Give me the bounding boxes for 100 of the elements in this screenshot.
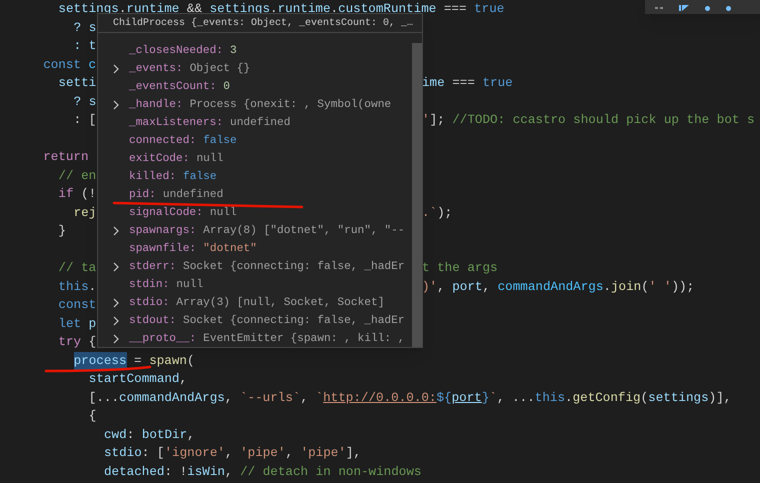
property-value: undefined: [162, 188, 224, 203]
code-token: `: [316, 390, 324, 406]
code-token: isWin: [187, 464, 225, 480]
code-token: ,: [224, 464, 234, 480]
code-token: =: [133, 352, 143, 370]
property-name: spawnfile:: [129, 242, 196, 257]
code-token: ,: [285, 445, 294, 462]
code-token: {: [88, 334, 96, 351]
chevron-icon[interactable]: [113, 226, 119, 236]
code-token: setti: [58, 75, 96, 92]
code-token: ,: [482, 278, 492, 296]
code-token: stdio: [104, 445, 142, 462]
dot-icon[interactable]: [726, 6, 731, 11]
code-token: ? s: [74, 94, 96, 110]
property-value: 0: [223, 80, 230, 95]
chevron-icon[interactable]: [113, 316, 119, 326]
code-token: ===: [451, 75, 476, 92]
code-token: ime: [422, 75, 445, 92]
code-token: (: [186, 352, 195, 370]
code-token: rej: [74, 204, 96, 222]
code-token: let: [58, 316, 82, 332]
code-token: )': [422, 278, 438, 296]
property-value: EventEmitter {spawn: , kill: ,: [203, 332, 405, 347]
code-comment: //TODO: ccastro should pick up the bot s: [452, 112, 755, 129]
chevron-icon[interactable]: [113, 298, 119, 308]
code-token: )],: [708, 390, 732, 406]
property-value: null: [210, 206, 237, 221]
code-token: ,: [224, 445, 234, 462]
code-token: ,: [437, 278, 446, 296]
code-token: ': [422, 112, 430, 129]
code-token: ],: [346, 445, 362, 462]
code-token: true: [482, 75, 513, 92]
property-value: 3: [230, 44, 237, 59]
code-token: : t: [74, 38, 96, 55]
code-token: );: [437, 204, 452, 222]
code-token: .: [88, 278, 96, 296]
code-token: : [: [74, 112, 96, 129]
code-token: {: [88, 408, 96, 425]
code-token: `--urls`: [240, 390, 300, 406]
play-icon[interactable]: [679, 5, 689, 11]
grip-icon[interactable]: [655, 7, 663, 11]
chevron-icon[interactable]: [113, 64, 119, 74]
code-token: getConfig: [572, 390, 641, 406]
property-value: Object {}: [190, 62, 250, 77]
code-comment: // detach in non-windows: [240, 464, 422, 480]
code-token: (: [640, 390, 648, 406]
code-token: 'pipe': [240, 445, 286, 462]
code-token: join: [610, 278, 642, 296]
property-name: stderr:: [129, 260, 176, 275]
property-value: false: [183, 170, 217, 185]
code-token: ,: [300, 390, 309, 406]
code-token: : !: [164, 464, 188, 480]
code-token: c: [88, 56, 96, 74]
scrollbar[interactable]: [412, 43, 422, 347]
code-token: 'ignore': [164, 445, 225, 462]
property-value: Array(8) ["dotnet", "run", "--: [203, 224, 405, 239]
code-token: ];: [430, 112, 446, 129]
property-name: pid:: [129, 188, 156, 203]
property-name: signalCode:: [129, 206, 203, 221]
code-token: : [: [142, 445, 164, 462]
property-name: _events:: [129, 62, 183, 77]
property-name: spawnargs:: [129, 224, 196, 239]
code-token: (: [641, 278, 649, 296]
property-name: exitCode:: [129, 152, 190, 167]
code-token: this: [534, 390, 566, 406]
chevron-icon[interactable]: [113, 100, 119, 110]
code-token: ));: [671, 278, 694, 296]
code-token: ,: [224, 390, 234, 406]
code-token: try: [58, 334, 82, 351]
chevron-icon[interactable]: [113, 262, 119, 272]
code-token: (!: [80, 186, 96, 203]
code-token: return: [43, 149, 89, 166]
code-token: ' ': [648, 278, 672, 296]
property-value: null: [196, 152, 224, 167]
property-value: "dotnet": [203, 242, 257, 257]
property-name: _maxListeners:: [129, 116, 223, 131]
property-value: Process {onexit: , Symbol(owne: [190, 98, 392, 113]
chevron-icon[interactable]: [113, 334, 119, 344]
property-value: null: [176, 278, 204, 293]
code-token: this: [58, 278, 89, 296]
code-token: detached: [104, 464, 164, 480]
property-name: _eventsCount:: [129, 80, 216, 95]
code-token: `: [489, 390, 497, 406]
property-name: __proto__:: [129, 332, 196, 347]
code-token: if: [58, 186, 74, 203]
dot-icon[interactable]: [705, 6, 710, 11]
code-token: ? s: [74, 20, 96, 36]
hover-title: ChildProcess {_events: Object, _eventsCount: 0, _…: [98, 14, 422, 33]
code-token: ===: [442, 1, 468, 18]
property-name: _closesNeeded:: [129, 44, 223, 59]
code-token: startCommand: [88, 371, 180, 388]
property-value: Array(3) [null, Socket, Socket]: [176, 296, 384, 311]
property-name: _handle:: [129, 98, 183, 113]
code-token: settings: [648, 390, 709, 406]
code-token: port: [452, 390, 482, 406]
code-token: }: [58, 223, 66, 240]
code-comment: t the args: [422, 260, 498, 277]
code-token: .`: [422, 204, 438, 222]
code-token: true: [474, 1, 504, 18]
code-token: http://0.0.0.0:: [323, 390, 436, 406]
